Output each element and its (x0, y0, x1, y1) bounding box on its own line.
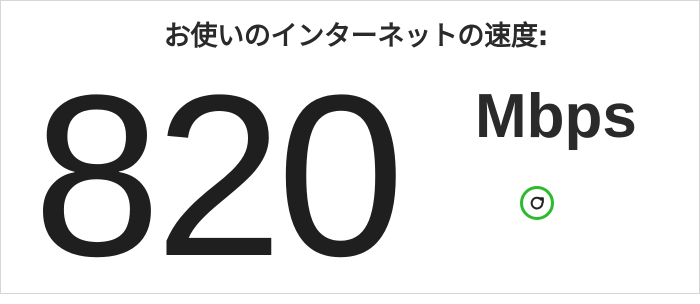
refresh-icon (530, 196, 544, 210)
speed-value: 820 (33, 47, 405, 304)
speed-result-panel: お使いのインターネットの速度: 820 Mbps (0, 0, 700, 294)
speed-display: 820 Mbps (33, 47, 653, 304)
refresh-button[interactable] (520, 186, 554, 220)
speed-unit: Mbps (475, 82, 637, 151)
